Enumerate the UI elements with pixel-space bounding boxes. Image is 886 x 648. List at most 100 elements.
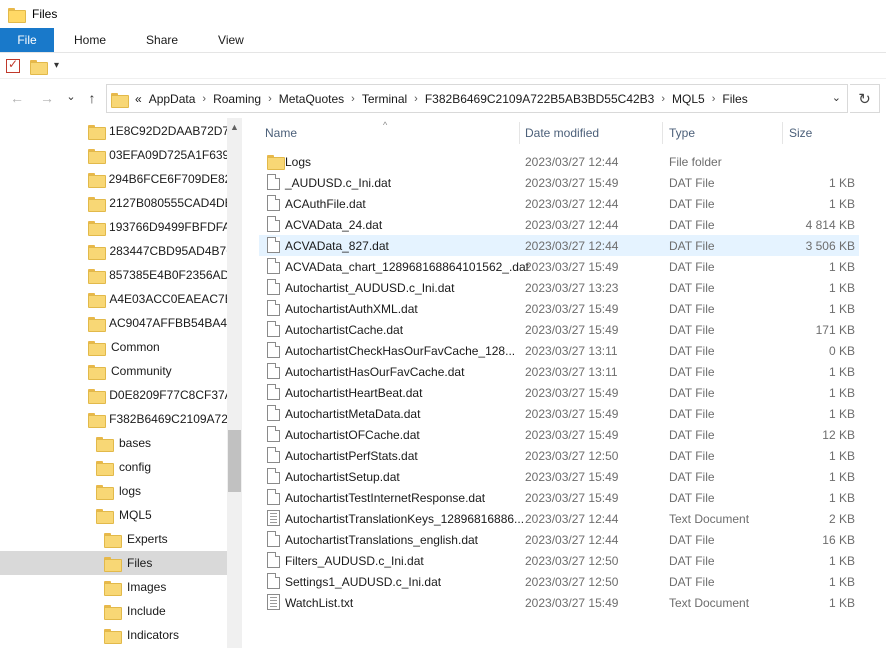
column-header-type[interactable]: Type <box>663 118 783 148</box>
refresh-icon[interactable]: ↻ <box>850 84 880 113</box>
column-header-date[interactable]: Date modified <box>519 118 663 148</box>
back-arrow-icon[interactable]: ← <box>6 87 28 109</box>
nav-tree-item[interactable]: Common <box>88 335 227 359</box>
column-header-name[interactable]: Name <box>259 118 521 148</box>
breadcrumb-item[interactable]: Files <box>722 92 747 106</box>
file-icon <box>267 237 280 253</box>
nav-tree-item[interactable]: Images <box>104 575 227 599</box>
file-name: Settings1_AUDUSD.c_Ini.dat <box>285 574 442 589</box>
file-size: 1 KB <box>828 574 855 589</box>
up-arrow-icon[interactable]: ↑ <box>81 87 103 109</box>
scrollbar-thumb[interactable] <box>228 430 241 492</box>
nav-tree-item[interactable]: config <box>96 455 227 479</box>
text-file-icon <box>267 510 280 526</box>
nav-tree-item[interactable]: D0E8209F77C8CF37AD <box>88 383 227 407</box>
nav-scrollbar[interactable]: ▲ <box>227 118 242 648</box>
nav-tree-item[interactable]: Indicators <box>104 623 227 647</box>
nav-tree-item[interactable]: 283447CBD95AD4B767 <box>88 239 227 263</box>
tab-home[interactable]: Home <box>54 28 126 52</box>
breadcrumb-item[interactable]: F382B6469C2109A722B5AB3BD55C42B3 › <box>425 92 672 106</box>
nav-tree-item[interactable]: 857385E4B0F2356AD99 <box>88 263 227 287</box>
nav-tree-item[interactable]: MQL5 <box>96 503 227 527</box>
file-date-modified: 2023/03/27 13:23 <box>525 280 619 295</box>
nav-tree-label: 1E8C92D2DAAB72D76E <box>109 124 227 138</box>
nav-tree-item[interactable]: 2127B080555CAD4DEC <box>88 191 227 215</box>
breadcrumb-item[interactable]: MQL5 › <box>672 92 722 106</box>
navigation-pane: Indicators Include Images Files Experts MQL5 l… <box>0 118 242 648</box>
file-row[interactable]: Autochartist_AUDUSD.c_Ini.dat 2023/03/27 … <box>259 277 859 298</box>
nav-tree-item[interactable]: Community <box>88 359 227 383</box>
file-date-modified: 2023/03/27 15:49 <box>525 406 619 421</box>
file-size: 1 KB <box>828 280 855 295</box>
folder-icon <box>88 123 107 140</box>
file-type: Text Document <box>669 595 750 610</box>
file-row[interactable]: AutochartistTranslationKeys_12896816886.… <box>259 508 859 529</box>
file-row[interactable]: AutochartistCheckHasOurFavCache_128... 20… <box>259 340 859 361</box>
address-dropdown-icon[interactable]: ⌄ <box>832 91 841 104</box>
file-row[interactable]: AutochartistSetup.dat 2023/03/27 15:49 DAT… <box>259 466 859 487</box>
column-header-size[interactable]: Size <box>783 118 863 148</box>
file-size: 1 KB <box>828 469 855 484</box>
nav-tree-item[interactable]: Include <box>104 599 227 623</box>
nav-tree-label: Files <box>127 556 153 570</box>
file-row[interactable]: ACVAData_24.dat 2023/03/27 12:44 DAT File 4… <box>259 214 859 235</box>
nav-tree-item[interactable]: 03EFA09D725A1F63986 <box>88 143 227 167</box>
forward-arrow-icon[interactable]: → <box>36 87 58 109</box>
breadcrumb-item[interactable]: MetaQuotes › <box>279 92 362 106</box>
file-row[interactable]: _AUDUSD.c_Ini.dat 2023/03/27 15:49 DAT Fil… <box>259 172 859 193</box>
file-row[interactable]: AutochartistPerfStats.dat 2023/03/27 12:5… <box>259 445 859 466</box>
file-row[interactable]: AutochartistCache.dat 2023/03/27 15:49 DAT… <box>259 319 859 340</box>
file-name: WatchList.txt <box>285 595 354 610</box>
address-bar[interactable]: « AppData › Roaming › MetaQuotes › Terminal… <box>106 84 848 113</box>
tab-file[interactable]: File <box>0 28 54 52</box>
file-row[interactable]: WatchList.txt 2023/03/27 15:49 Text Docume… <box>259 592 859 613</box>
breadcrumb-item[interactable]: Terminal › <box>362 92 425 106</box>
file-type: DAT File <box>669 469 715 484</box>
file-row[interactable]: AutochartistAuthXML.dat 2023/03/27 15:49 D… <box>259 298 859 319</box>
nav-tree-item[interactable]: bases <box>96 431 227 455</box>
nav-tree-item[interactable]: 193766D9499FBFDFA67 <box>88 215 227 239</box>
scroll-up-icon[interactable]: ▲ <box>230 122 239 132</box>
nav-tree-item[interactable]: Files <box>0 551 227 575</box>
file-row[interactable]: AutochartistOFCache.dat 2023/03/27 15:49 D… <box>259 424 859 445</box>
nav-tree-item[interactable]: 294B6FCE6F709DE82DA <box>88 167 227 191</box>
nav-tree-item[interactable]: A4E03ACC0EAEAC7BE <box>88 287 227 311</box>
nav-tree-item[interactable]: AC9047AFFBB54BA4DE <box>88 311 227 335</box>
file-name: AutochartistPerfStats.dat <box>285 448 418 463</box>
nav-tree-item[interactable]: F382B6469C2109A722B <box>88 407 227 431</box>
file-date-modified: 2023/03/27 13:11 <box>525 343 618 358</box>
file-row[interactable]: Settings1_AUDUSD.c_Ini.dat 2023/03/27 12:… <box>259 571 859 592</box>
file-date-modified: 2023/03/27 12:44 <box>525 532 619 547</box>
tab-share[interactable]: Share <box>126 28 198 52</box>
file-row[interactable]: ACVAData_827.dat 2023/03/27 12:44 DAT File… <box>259 235 859 256</box>
file-date-modified: 2023/03/27 15:49 <box>525 469 619 484</box>
file-row[interactable]: Logs 2023/03/27 12:44 File folder <box>259 151 859 172</box>
file-row[interactable]: Filters_AUDUSD.c_Ini.dat 2023/03/27 12:50… <box>259 550 859 571</box>
properties-icon[interactable] <box>6 57 20 73</box>
nav-tree-item[interactable]: 1E8C92D2DAAB72D76E <box>88 119 227 143</box>
recent-locations-icon[interactable]: ⌄ <box>60 85 82 107</box>
tab-view[interactable]: View <box>198 28 264 52</box>
folder-icon <box>104 579 122 596</box>
file-row[interactable]: AutochartistTranslations_english.dat 2023… <box>259 529 859 550</box>
file-row[interactable]: AutochartistHeartBeat.dat 2023/03/27 15:4… <box>259 382 859 403</box>
breadcrumb-overflow[interactable]: « <box>135 92 142 106</box>
file-row[interactable]: AutochartistHasOurFavCache.dat 2023/03/27… <box>259 361 859 382</box>
file-type: DAT File <box>669 217 715 232</box>
file-name: ACAuthFile.dat <box>285 196 366 211</box>
nav-tree-item[interactable]: Experts <box>104 527 227 551</box>
file-row[interactable]: AutochartistMetaData.dat 2023/03/27 15:49… <box>259 403 859 424</box>
folder-icon <box>267 153 285 170</box>
file-row[interactable]: ACAuthFile.dat 2023/03/27 12:44 DAT File 1 … <box>259 193 859 214</box>
file-name: AutochartistAuthXML.dat <box>285 301 418 316</box>
customize-toolbar-dropdown[interactable]: ▾ <box>54 60 59 71</box>
nav-tree-label: config <box>119 460 152 474</box>
file-date-modified: 2023/03/27 15:49 <box>525 301 619 316</box>
file-row[interactable]: ACVAData_chart_128968168864101562_.dat 20… <box>259 256 859 277</box>
breadcrumb-item[interactable]: AppData › <box>149 92 213 106</box>
folder-icon <box>88 291 107 308</box>
nav-tree-item[interactable]: logs <box>96 479 227 503</box>
file-row[interactable]: AutochartistTestInternetResponse.dat 2023… <box>259 487 859 508</box>
breadcrumb-item[interactable]: Roaming › <box>213 92 279 106</box>
new-folder-icon[interactable] <box>30 58 48 75</box>
